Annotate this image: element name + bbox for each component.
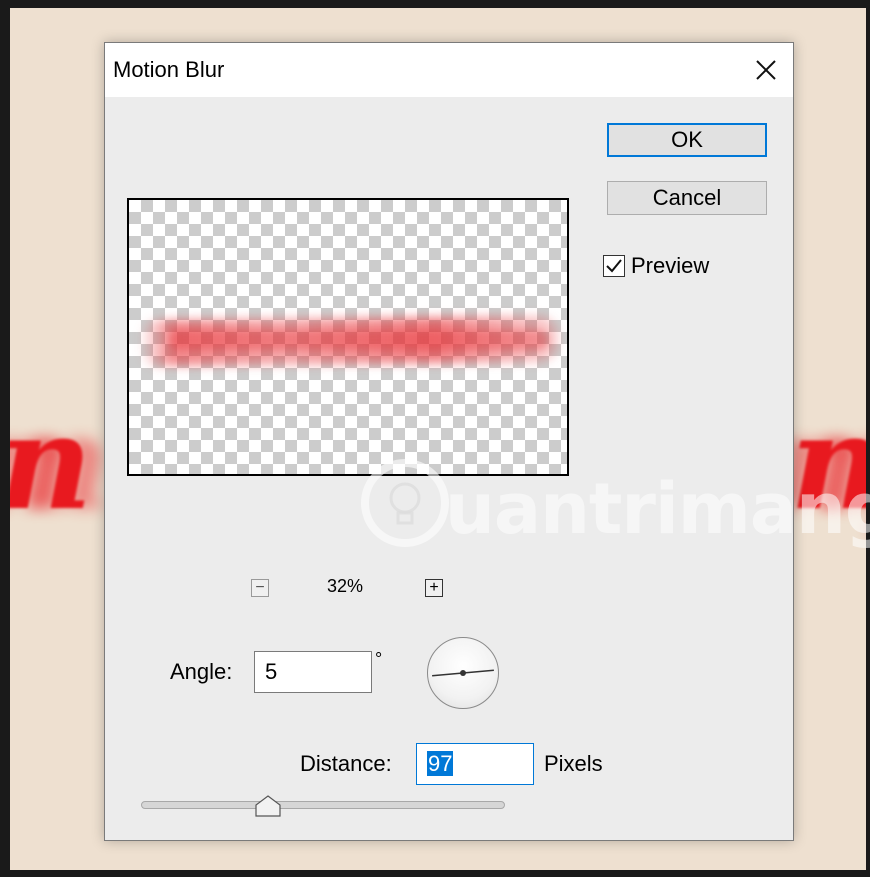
ok-button[interactable]: OK: [607, 123, 767, 157]
pixels-unit-label: Pixels: [544, 751, 603, 776]
cancel-button[interactable]: Cancel: [607, 181, 767, 215]
preview-checkbox[interactable]: [603, 255, 625, 277]
background-text-right: ng: [790, 398, 866, 528]
angle-dial[interactable]: [427, 637, 499, 709]
distance-slider-track[interactable]: [141, 801, 505, 809]
blur-preview-streak-core: [169, 330, 549, 350]
zoom-in-button[interactable]: +: [425, 579, 443, 597]
angle-label: Angle:: [170, 659, 233, 684]
preview-checkbox-row[interactable]: Preview: [603, 253, 709, 279]
preview-label: Preview: [631, 253, 710, 278]
close-button[interactable]: [739, 43, 793, 97]
degree-symbol: °: [375, 649, 383, 669]
angle-input[interactable]: [254, 651, 372, 693]
background-text-left: n: [10, 398, 93, 528]
check-icon: [606, 259, 622, 273]
title-bar: Motion Blur: [105, 43, 793, 97]
dialog-title: Motion Blur: [113, 57, 225, 82]
preview-pane[interactable]: [127, 198, 569, 476]
distance-input[interactable]: 97: [416, 743, 534, 785]
distance-slider-thumb[interactable]: [255, 795, 281, 817]
angle-dial-icon: [432, 669, 494, 677]
distance-value-selected: 97: [427, 751, 454, 776]
zoom-level: 32%: [327, 576, 364, 596]
motion-blur-dialog: Motion Blur OK Cancel Preview − 32% + An…: [104, 42, 794, 841]
distance-label: Distance:: [300, 751, 392, 776]
zoom-out-button[interactable]: −: [251, 579, 269, 597]
close-icon: [756, 60, 776, 80]
